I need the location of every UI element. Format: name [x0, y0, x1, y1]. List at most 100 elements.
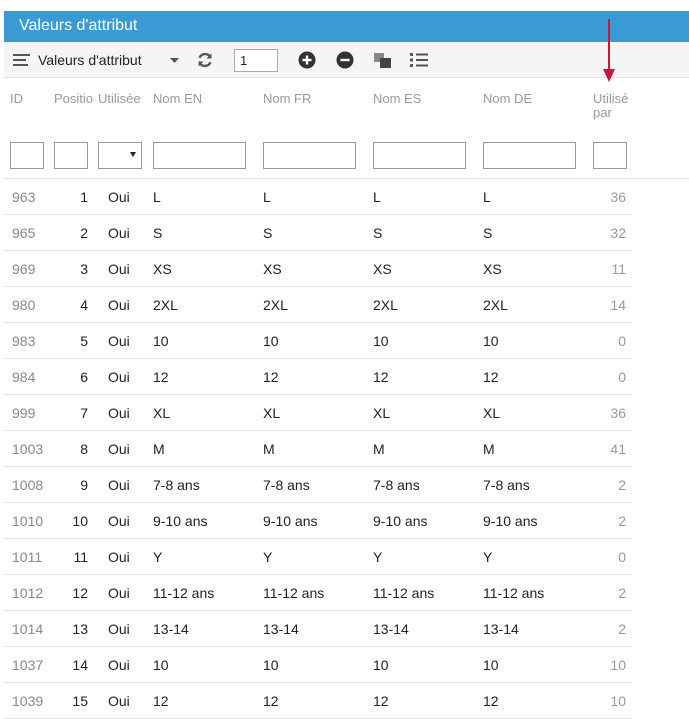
cell-position: 15	[72, 693, 88, 709]
cell-name-fr: Y	[263, 549, 273, 565]
table-row[interactable]: 1037 14 Oui 10 10 10 10 10	[4, 647, 632, 683]
page-number-input[interactable]: 1	[234, 49, 278, 72]
cell-name-de: 7-8 ans	[483, 477, 530, 493]
annotation-arrow-icon	[603, 19, 615, 82]
table-row[interactable]: 1014 13 Oui 13-14 13-14 13-14 13-14 2	[4, 611, 632, 647]
cell-position: 9	[80, 477, 88, 493]
cell-name-es: 11-12 ans	[373, 585, 435, 601]
table-row[interactable]: 984 6 Oui 12 12 12 12 0	[4, 359, 632, 395]
cell-used-by: 32	[610, 225, 626, 241]
table-row[interactable]: 980 4 Oui 2XL 2XL 2XL 2XL 14	[4, 287, 632, 323]
cell-name-de: 11-12 ans	[483, 585, 545, 601]
cell-name-de: 13-14	[483, 621, 519, 637]
table-row[interactable]: 1012 12 Oui 11-12 ans 11-12 ans 11-12 ans 11-1…	[4, 575, 632, 611]
table-row[interactable]: 999 7 Oui XL XL XL XL 36	[4, 395, 632, 431]
view-menu-dropdown[interactable]: Valeurs d'attribut	[38, 42, 142, 78]
cell-position: 3	[80, 261, 88, 277]
column-header-name-en[interactable]: Nom EN	[153, 92, 243, 106]
cell-name-de: 2XL	[483, 297, 508, 313]
cell-used: Oui	[108, 369, 130, 385]
cell-id: 980	[12, 297, 36, 313]
cell-used: Oui	[108, 513, 130, 529]
cell-used-by: 0	[618, 369, 626, 385]
column-header-used-by[interactable]: Utilisé par	[593, 92, 635, 120]
cell-name-fr: 9-10 ans	[263, 513, 318, 529]
filter-position-input[interactable]	[54, 142, 88, 169]
cell-position: 13	[72, 621, 88, 637]
cell-name-fr: L	[263, 189, 271, 205]
cell-name-en: 9-10 ans	[153, 513, 208, 529]
numbered-list-icon[interactable]	[409, 42, 429, 78]
cell-name-fr: XL	[263, 405, 281, 421]
copy-records-icon[interactable]	[372, 42, 394, 78]
column-header-name-fr[interactable]: Nom FR	[263, 92, 353, 106]
filter-name-es-input[interactable]	[373, 142, 466, 169]
cell-name-de: 12	[483, 693, 499, 709]
column-header-used[interactable]: Utilisée	[98, 92, 146, 106]
cell-id: 1010	[12, 513, 44, 529]
table-row[interactable]: 983 5 Oui 10 10 10 10 0	[4, 323, 632, 359]
cell-used: Oui	[108, 189, 130, 205]
table-row[interactable]: 1008 9 Oui 7-8 ans 7-8 ans 7-8 ans 7-8 ans 2	[4, 467, 632, 503]
cell-name-de: 10	[483, 657, 499, 673]
cell-name-de: M	[483, 441, 495, 457]
panel-header: Valeurs d'attribut	[4, 11, 689, 42]
filter-used-select[interactable]	[98, 142, 142, 169]
column-header-name-de[interactable]: Nom DE	[483, 92, 573, 106]
column-header-position[interactable]: Positio	[54, 92, 94, 106]
cell-used-by: 36	[610, 189, 626, 205]
cell-used: Oui	[108, 477, 130, 493]
cell-name-de: 12	[483, 369, 499, 385]
cell-position: 6	[80, 369, 88, 385]
filter-name-fr-input[interactable]	[263, 142, 356, 169]
add-icon[interactable]	[297, 42, 317, 78]
column-header-id[interactable]: ID	[10, 92, 40, 106]
cell-name-es: 9-10 ans	[373, 513, 428, 529]
select-arrow-icon	[130, 152, 136, 157]
filter-used-by-input[interactable]	[593, 142, 627, 169]
table-row[interactable]: 1039 15 Oui 12 12 12 12 10	[4, 683, 632, 719]
cell-name-es: 10	[373, 333, 389, 349]
cell-name-en: Y	[153, 549, 163, 565]
refresh-icon[interactable]	[194, 42, 216, 78]
cell-name-es: XS	[373, 261, 392, 277]
cell-id: 1012	[12, 585, 44, 601]
cell-name-fr: S	[263, 225, 273, 241]
cell-position: 5	[80, 333, 88, 349]
cell-name-de: Y	[483, 549, 493, 565]
caret-down-icon[interactable]	[167, 42, 181, 78]
cell-name-es: 13-14	[373, 621, 409, 637]
filter-id-input[interactable]	[10, 142, 44, 169]
table-row[interactable]: 1003 8 Oui M M M M 41	[4, 431, 632, 467]
cell-name-es: 7-8 ans	[373, 477, 420, 493]
cell-used-by: 2	[618, 513, 626, 529]
cell-used: Oui	[108, 549, 130, 565]
cell-name-en: XS	[153, 261, 172, 277]
filter-name-en-input[interactable]	[153, 142, 246, 169]
cell-used-by: 14	[610, 297, 626, 313]
column-header-name-es[interactable]: Nom ES	[373, 92, 463, 106]
cell-name-fr: 10	[263, 657, 279, 673]
cell-position: 8	[80, 441, 88, 457]
cell-name-fr: M	[263, 441, 275, 457]
cell-name-en: 10	[153, 657, 169, 673]
cell-name-fr: 10	[263, 333, 279, 349]
table-row[interactable]: 965 2 Oui S S S S 32	[4, 215, 632, 251]
cell-position: 4	[80, 297, 88, 313]
menu-lines-icon[interactable]	[12, 42, 32, 78]
table-row[interactable]: 1011 11 Oui Y Y Y Y 0	[4, 539, 632, 575]
cell-used: Oui	[108, 297, 130, 313]
cell-name-es: Y	[373, 549, 383, 565]
table-row[interactable]: 1010 10 Oui 9-10 ans 9-10 ans 9-10 ans 9-10 an…	[4, 503, 632, 539]
cell-used-by: 2	[618, 585, 626, 601]
filter-name-de-input[interactable]	[483, 142, 576, 169]
cell-position: 7	[80, 405, 88, 421]
cell-used-by: 2	[618, 621, 626, 637]
cell-used: Oui	[108, 585, 130, 601]
table-row[interactable]: 963 1 Oui L L L L 36	[4, 179, 632, 215]
cell-position: 14	[72, 657, 88, 673]
cell-used: Oui	[108, 261, 130, 277]
cell-position: 2	[80, 225, 88, 241]
table-row[interactable]: 969 3 Oui XS XS XS XS 11	[4, 251, 632, 287]
remove-icon[interactable]	[335, 42, 355, 78]
